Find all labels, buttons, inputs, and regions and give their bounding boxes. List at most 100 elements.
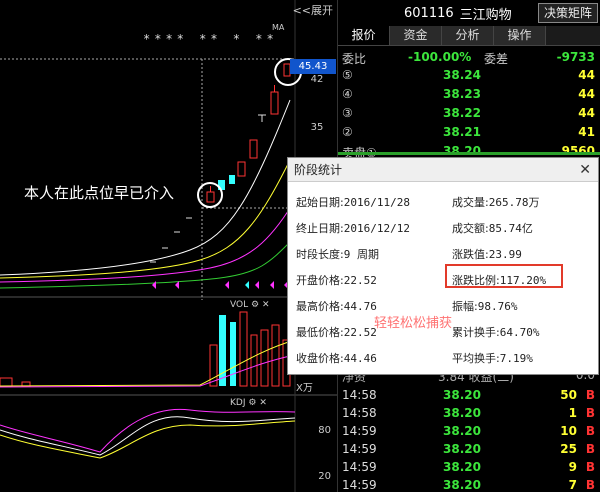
trade-price: 38.20 <box>443 442 481 456</box>
flat-candles <box>150 217 192 263</box>
trade-row: 14:59 38.20 9 B <box>338 458 600 477</box>
sell-order-row[interactable]: ④ 38.23 44 <box>338 85 600 104</box>
price-tick-42: 42 <box>310 74 324 85</box>
stats-field-value: 44.76 <box>343 300 377 313</box>
order-price: 38.23 <box>443 87 481 101</box>
volume-bars <box>0 311 291 387</box>
ma-line-pink <box>0 204 293 283</box>
expand-button[interactable]: <<展开 <box>293 2 333 18</box>
stats-field: 最低价格:22.52 <box>296 324 377 340</box>
close-icon[interactable]: ✕ <box>579 158 591 182</box>
panel-tabs: 报价 资金 分析 操作 <box>338 26 600 46</box>
stats-field-value: 23.99 <box>488 248 522 261</box>
order-volume: 44 <box>578 87 595 101</box>
tab-analysis[interactable]: 分析 <box>442 26 494 45</box>
stats-field-label: 最低价格: <box>296 326 344 339</box>
stats-field: 起始日期:2016/11/28 <box>296 194 410 210</box>
stats-field: 涨跌值:23.99 <box>452 246 522 262</box>
vol-label: VOL <box>230 300 249 310</box>
trade-side: B <box>585 424 595 438</box>
order-level: ④ <box>342 87 353 101</box>
tab-operation[interactable]: 操作 <box>494 26 546 45</box>
trade-volume: 7 <box>568 478 577 492</box>
current-price-tag: 45.43 <box>290 59 336 74</box>
stock-header: 601116 三江购物 决策矩阵 <box>338 0 600 26</box>
trade-volume: 10 <box>560 424 577 438</box>
stats-field: 终止日期:2016/12/12 <box>296 220 410 236</box>
trade-time: 14:59 <box>342 442 377 456</box>
tab-funds[interactable]: 资金 <box>390 26 442 45</box>
trade-volume: 9 <box>568 460 577 474</box>
stats-field-label: 成交量: <box>452 196 489 209</box>
kdj-line-k <box>0 416 296 456</box>
stock-code: 601116 <box>404 5 454 21</box>
trade-row: 14:58 38.20 50 B <box>338 386 600 405</box>
kdj-line-j <box>0 408 296 453</box>
vol-close-icon[interactable]: ✕ <box>262 300 270 310</box>
stats-field-value: 64.70% <box>499 326 540 339</box>
trade-side: B <box>585 406 595 420</box>
trade-side: B <box>585 460 595 474</box>
stats-field-value: 44.46 <box>343 352 377 365</box>
stats-field-value: 98.76% <box>477 300 518 313</box>
trade-time: 14:58 <box>342 388 377 402</box>
committee-row: 委比 -100.00% 委差 -9733 <box>342 50 595 66</box>
kdj-close-icon[interactable]: ✕ <box>259 398 267 408</box>
stats-field-value: 85.74亿 <box>488 222 533 235</box>
trade-volume: 1 <box>568 406 577 420</box>
trade-time: 14:59 <box>342 424 377 438</box>
stats-field-label: 收盘价格: <box>296 352 344 365</box>
ma-line-yellow <box>0 159 291 279</box>
dialog-title-bar[interactable]: 阶段统计 ✕ <box>288 158 598 182</box>
order-volume: 9560 <box>561 144 595 158</box>
stats-field: 收盘价格:44.46 <box>296 350 377 366</box>
trade-price: 38.20 <box>443 478 481 492</box>
sell-order-row[interactable]: ② 38.21 41 <box>338 123 600 142</box>
watermark-text: 轻轻松松捕获 <box>374 316 453 331</box>
kdj-tick-20: 20 <box>318 471 331 482</box>
stats-field: 成交额:85.74亿 <box>452 220 533 236</box>
price-divider <box>338 152 600 155</box>
stats-field-label: 涨跌值: <box>452 248 489 261</box>
trade-volume: 50 <box>560 388 577 402</box>
sell-order-row[interactable]: ③ 38.22 44 <box>338 104 600 123</box>
kdj-gear-icon[interactable]: ⚙ <box>248 398 256 408</box>
order-price: 38.22 <box>443 106 481 120</box>
stats-field-label: 最高价格: <box>296 300 344 313</box>
stats-field-value: 7.19% <box>499 352 533 365</box>
order-volume: 41 <box>578 125 595 139</box>
price-tick-35: 35 <box>310 122 324 133</box>
kdj-line-d <box>0 420 296 459</box>
decision-matrix-button[interactable]: 决策矩阵 <box>537 3 598 23</box>
stats-field: 平均换手:7.19% <box>452 350 533 366</box>
stock-name: 三江购物 <box>459 7 512 23</box>
stats-field-label: 累计换手: <box>452 326 500 339</box>
trade-time: 14:59 <box>342 478 377 492</box>
stats-field-label: 起始日期: <box>296 196 344 209</box>
vol-gear-icon[interactable]: ⚙ <box>251 300 259 310</box>
trade-row: 14:59 38.20 10 B <box>338 422 600 441</box>
stats-field-value: 2016/12/12 <box>343 222 410 235</box>
stats-field: 振幅:98.76% <box>452 298 517 314</box>
trade-side: B <box>585 478 595 492</box>
tab-quote[interactable]: 报价 <box>338 26 390 45</box>
signal-stars: **** ** * ** <box>143 32 278 46</box>
order-price: 38.21 <box>443 125 481 139</box>
order-price: 38.20 <box>443 144 481 158</box>
period-stats-dialog: 阶段统计 ✕ 起始日期:2016/11/28 成交量:265.78万终止日期:20… <box>287 157 599 375</box>
stats-field-value: 22.52 <box>343 274 377 287</box>
trade-row: 14:58 38.20 1 B <box>338 404 600 423</box>
stats-field-value: 22.52 <box>343 326 377 339</box>
ma-label: MA <box>272 23 285 32</box>
stats-field-value: 9 周期 <box>343 248 379 261</box>
trade-price: 38.20 <box>443 388 481 402</box>
trade-time: 14:58 <box>342 406 377 420</box>
trade-price: 38.20 <box>443 406 481 420</box>
stats-field: 开盘价格:22.52 <box>296 272 377 288</box>
stats-field-label: 平均换手: <box>452 352 500 365</box>
stats-field-label: 振幅: <box>452 300 478 313</box>
stats-field: 成交量:265.78万 <box>452 194 539 210</box>
sell-order-row[interactable]: ⑤ 38.24 44 <box>338 66 600 85</box>
order-volume: 44 <box>578 106 595 120</box>
entry-annotation: 本人在此点位早已介入 <box>24 184 175 202</box>
